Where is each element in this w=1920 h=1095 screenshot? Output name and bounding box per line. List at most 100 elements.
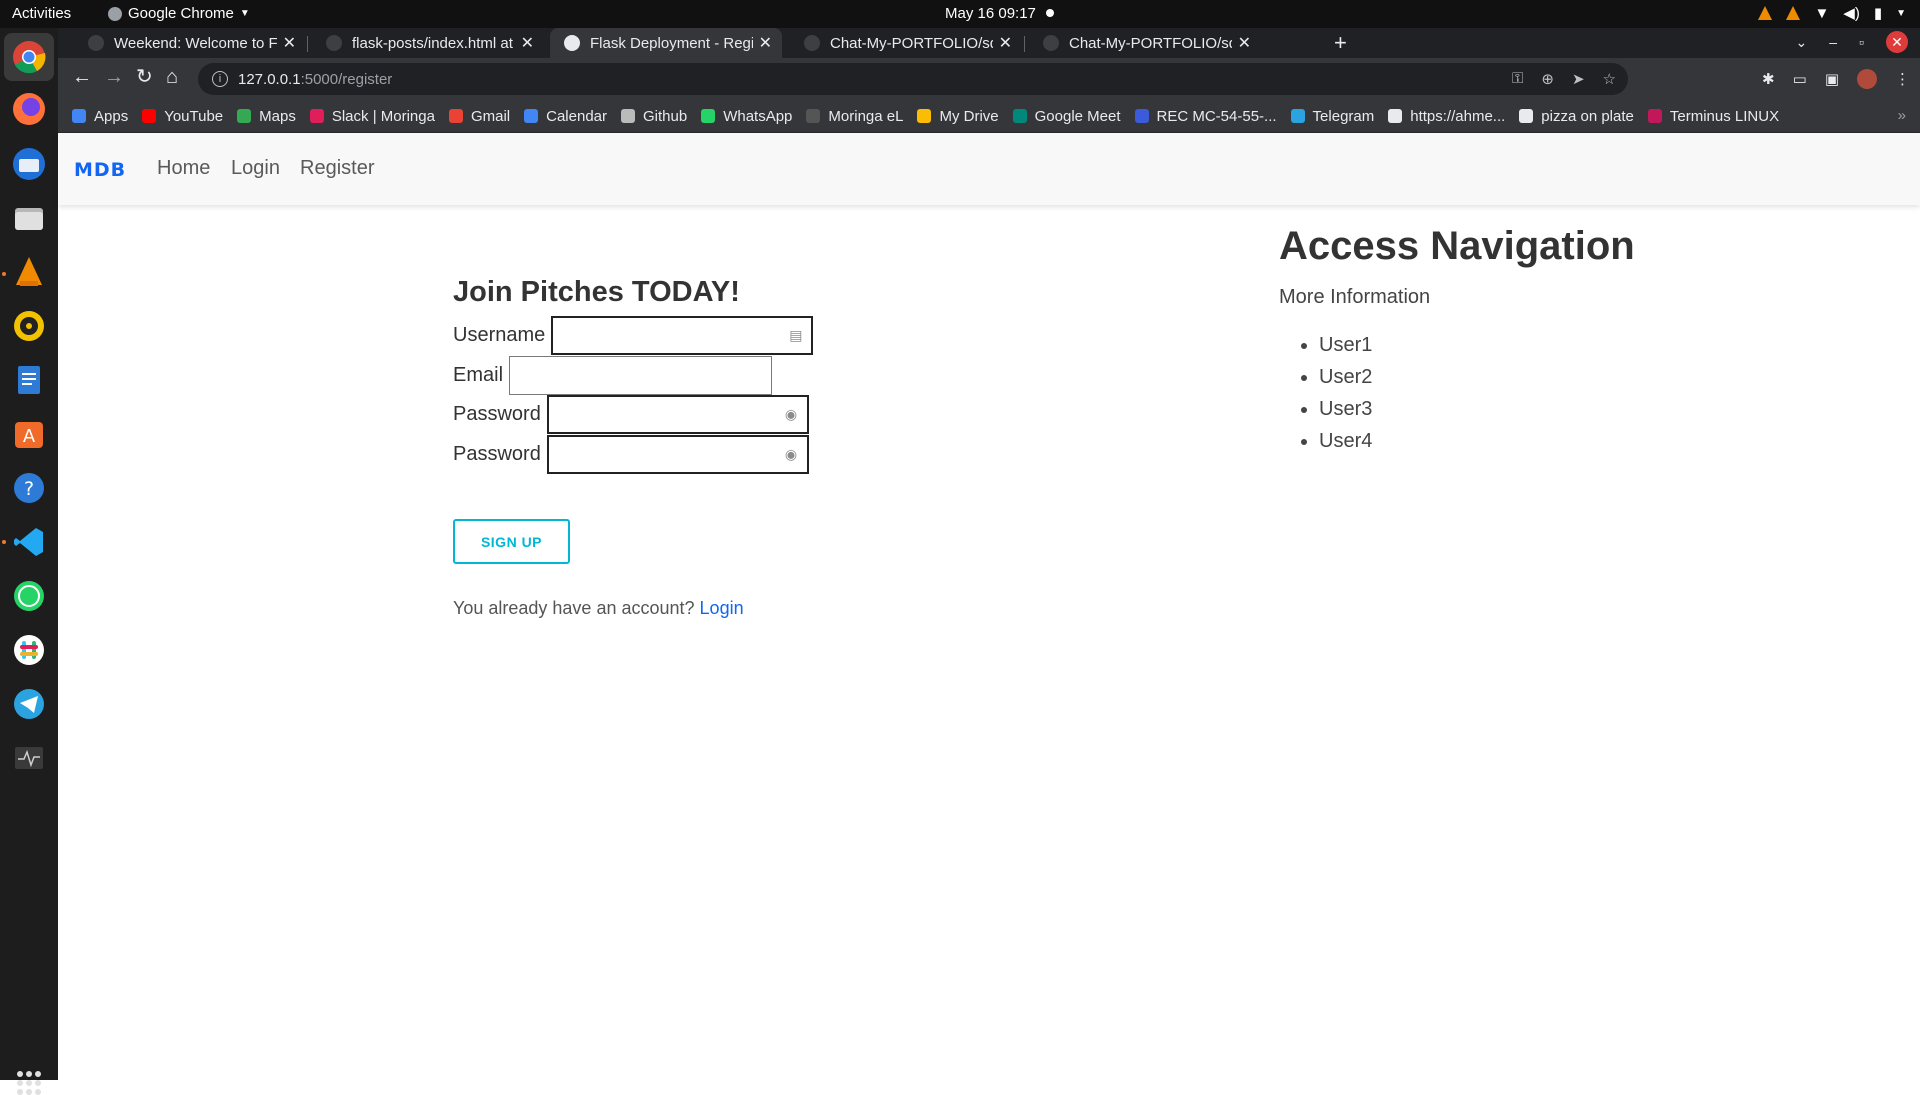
close-tab-icon[interactable]: ✕ — [521, 33, 534, 53]
cast-icon[interactable]: ▭ — [1793, 70, 1807, 88]
tab-title: Weekend: Welcome to Fla — [114, 34, 277, 52]
vlc-tray-icon[interactable] — [1758, 6, 1773, 20]
bookmark-item[interactable]: Moringa eL — [806, 108, 903, 125]
app-menu[interactable]: Google Chrome ▼ — [108, 5, 250, 22]
more-vert-icon[interactable]: ⋮ — [1895, 70, 1910, 88]
bookmark-item[interactable]: REC MC-54-55-... — [1134, 108, 1277, 125]
bookmark-item[interactable]: Gmail — [448, 108, 510, 125]
tab-active[interactable]: Flask Deployment - Regist ✕ — [550, 28, 782, 58]
bookmark-item[interactable]: Telegram — [1290, 108, 1374, 125]
close-tab-icon[interactable]: ✕ — [999, 33, 1012, 53]
tab-favicon-icon — [88, 35, 104, 51]
username-label: Username — [453, 324, 546, 346]
bookmark-star-icon[interactable]: ☆ — [1603, 70, 1616, 88]
site-info-icon[interactable]: i — [212, 71, 228, 87]
maximize-icon[interactable]: ▫ — [1859, 34, 1864, 50]
vlc-tray-icon-2[interactable] — [1786, 6, 1801, 20]
dock-help[interactable]: ? — [10, 469, 48, 507]
bookmark-favicon-icon — [1290, 109, 1305, 123]
close-window-icon[interactable]: ✕ — [1886, 31, 1908, 53]
login-link[interactable]: Login — [700, 598, 744, 618]
key-icon[interactable]: ◉ — [785, 406, 801, 422]
confirm-password-input[interactable] — [546, 435, 809, 474]
bookmark-item[interactable]: Maps — [237, 108, 296, 125]
home-icon[interactable]: ⌂ — [166, 67, 178, 87]
bookmark-item[interactable]: Github — [621, 108, 687, 125]
bookmark-label: My Drive — [939, 107, 999, 125]
dock-system-monitor[interactable] — [10, 739, 48, 777]
close-tab-icon[interactable]: ✕ — [1238, 33, 1251, 53]
zoom-icon[interactable]: ⊕ — [1541, 70, 1554, 88]
tab-search-chevron-icon[interactable]: ⌄ — [1796, 34, 1808, 51]
clock[interactable]: May 16 09:17 — [945, 5, 1036, 22]
close-tab-icon[interactable]: ✕ — [283, 33, 296, 53]
dock-vscode[interactable] — [10, 523, 48, 561]
new-tab-plus-icon[interactable]: + — [1334, 30, 1347, 56]
nav-home-link[interactable]: Home — [157, 157, 210, 180]
key-icon[interactable]: ◉ — [785, 446, 801, 462]
volume-icon[interactable]: ◀) — [1843, 4, 1860, 22]
system-tray[interactable]: ▼ ◀) ▮ ▼ — [1758, 4, 1906, 22]
dock-rhythmbox[interactable] — [10, 307, 48, 345]
tab[interactable]: flask-posts/index.html at ✕ — [312, 28, 544, 58]
nav-register-link[interactable]: Register — [300, 157, 374, 180]
chevron-down-icon: ▼ — [239, 8, 250, 19]
bookmark-item[interactable]: Apps — [72, 108, 128, 125]
show-applications-icon[interactable] — [17, 1071, 41, 1095]
email-input[interactable] — [509, 356, 773, 395]
firefox-icon — [13, 93, 45, 125]
minimize-icon[interactable]: – — [1829, 34, 1837, 50]
tab[interactable]: Weekend: Welcome to Fla ✕ — [74, 28, 306, 58]
thunderbird-icon — [13, 148, 45, 180]
bookmark-label: Apps — [94, 107, 129, 125]
password-input[interactable] — [546, 395, 809, 434]
bookmark-item[interactable]: https://ahme... — [1388, 108, 1505, 125]
dock-slack[interactable] — [10, 631, 48, 669]
brand-logo[interactable]: MDB — [74, 159, 126, 181]
wifi-icon[interactable]: ▼ — [1814, 5, 1829, 22]
back-arrow-icon[interactable]: ← — [72, 67, 92, 87]
bookmark-item[interactable]: pizza on plate — [1519, 108, 1634, 125]
side-panel-icon[interactable]: ▣ — [1825, 70, 1839, 88]
dock-software[interactable]: A — [10, 415, 48, 453]
bookmark-favicon-icon — [1388, 109, 1403, 123]
username-input[interactable] — [551, 316, 814, 355]
bookmark-favicon-icon — [1134, 109, 1149, 123]
key-icon[interactable]: ⚿ — [1512, 70, 1523, 88]
more-bookmarks-chevron-icon[interactable]: » — [1898, 107, 1906, 124]
address-bar[interactable]: i 127.0.0.1:5000/register ⚿ ⊕ ➤ ☆ — [198, 63, 1628, 95]
dock-firefox[interactable] — [10, 90, 48, 128]
rhythmbox-icon — [14, 311, 44, 341]
battery-icon[interactable]: ▮ — [1874, 4, 1882, 22]
dock-whatsapp[interactable] — [10, 577, 48, 615]
reload-icon[interactable]: ↻ — [136, 67, 153, 87]
bookmark-item[interactable]: Terminus LINUX — [1647, 108, 1779, 125]
bookmark-item[interactable]: Slack | Moringa — [309, 108, 435, 125]
send-icon[interactable]: ➤ — [1572, 70, 1585, 88]
bookmark-item[interactable]: YouTube — [142, 108, 223, 125]
contact-card-icon[interactable]: ▤ — [789, 327, 805, 343]
profile-avatar[interactable] — [1857, 69, 1877, 89]
tab[interactable]: Chat-My-PORTFOLIO/squ ✕ — [790, 28, 1022, 58]
dock-writer[interactable] — [10, 361, 48, 399]
bookmark-item[interactable]: WhatsApp — [701, 108, 792, 125]
extensions-puzzle-icon[interactable]: ✱ — [1762, 70, 1775, 88]
forward-arrow-icon[interactable]: → — [104, 67, 124, 87]
whatsapp-icon — [14, 581, 44, 611]
close-tab-icon[interactable]: ✕ — [759, 33, 772, 53]
signup-button[interactable]: SIGN UP — [453, 519, 570, 564]
bookmark-label: https://ahme... — [1410, 107, 1506, 125]
dock-telegram[interactable] — [10, 685, 48, 723]
dock-chrome[interactable] — [4, 33, 54, 81]
system-menu-chevron-icon[interactable]: ▼ — [1896, 8, 1906, 19]
tab[interactable]: Chat-My-PORTFOLIO/squ ✕ — [1029, 28, 1261, 58]
bookmark-item[interactable]: My Drive — [917, 107, 999, 125]
dock-thunderbird[interactable] — [10, 145, 48, 183]
activities-button[interactable]: Activities — [12, 5, 71, 22]
dock-vlc[interactable] — [10, 253, 48, 291]
running-indicator — [2, 272, 6, 276]
bookmark-item[interactable]: Calendar — [524, 108, 607, 125]
dock-files[interactable] — [10, 199, 48, 237]
nav-login-link[interactable]: Login — [231, 157, 280, 180]
bookmark-item[interactable]: Google Meet — [1012, 108, 1121, 125]
